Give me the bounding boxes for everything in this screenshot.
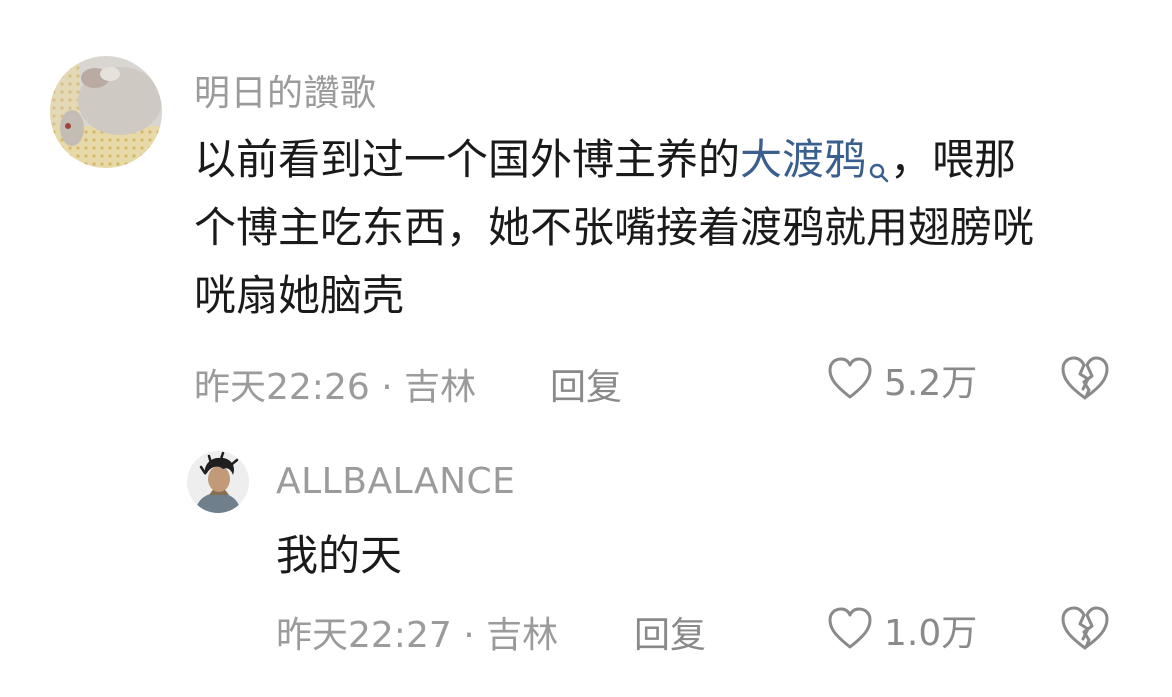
dislike-button[interactable] <box>1058 604 1112 656</box>
comment-username[interactable]: 明日的讚歌 <box>194 64 377 116</box>
comment-text-after-link: ，喂那 <box>890 135 1017 184</box>
search-term-link[interactable]: 大渡鸦 <box>740 135 890 184</box>
search-term-label: 大渡鸦 <box>740 135 867 184</box>
reply-button[interactable]: 回复 <box>634 606 706 658</box>
reply-username[interactable]: ALLBALANCE <box>276 461 515 502</box>
avatar[interactable] <box>187 451 249 513</box>
comment-line-1: 以前看到过一个国外博主养的大渡鸦 ，喂那 <box>194 126 1034 194</box>
reply-timestamp-location: 昨天22:27 · 吉林 <box>276 615 559 656</box>
reply-content: 我的天 <box>276 531 403 580</box>
broken-heart-icon <box>1058 606 1112 656</box>
search-icon <box>868 136 890 183</box>
heart-outline-icon <box>826 605 874 655</box>
dislike-button[interactable] <box>1058 354 1112 406</box>
heart-outline-icon <box>826 355 874 405</box>
avatar[interactable] <box>50 56 162 168</box>
like-count: 5.2万 <box>884 363 978 404</box>
broken-heart-icon <box>1058 356 1112 406</box>
comment-line-2: 个博主吃东西，她不张嘴接着渡鸦就用翅膀咣 <box>194 203 1035 252</box>
like-button[interactable]: 1.0万 <box>826 604 977 656</box>
like-count: 1.0万 <box>884 613 978 654</box>
comment-line-3: 咣扇她脑壳 <box>194 271 405 320</box>
comment-timestamp-location: 昨天22:26 · 吉林 <box>194 367 477 408</box>
like-button[interactable]: 5.2万 <box>826 354 977 406</box>
reply-button[interactable]: 回复 <box>550 358 622 410</box>
comment-text-before-link: 以前看到过一个国外博主养的 <box>194 135 741 184</box>
comment-content: 以前看到过一个国外博主养的大渡鸦 ，喂那 个博主吃东西，她不张嘴接着渡鸦就用翅膀咣… <box>194 126 1034 330</box>
